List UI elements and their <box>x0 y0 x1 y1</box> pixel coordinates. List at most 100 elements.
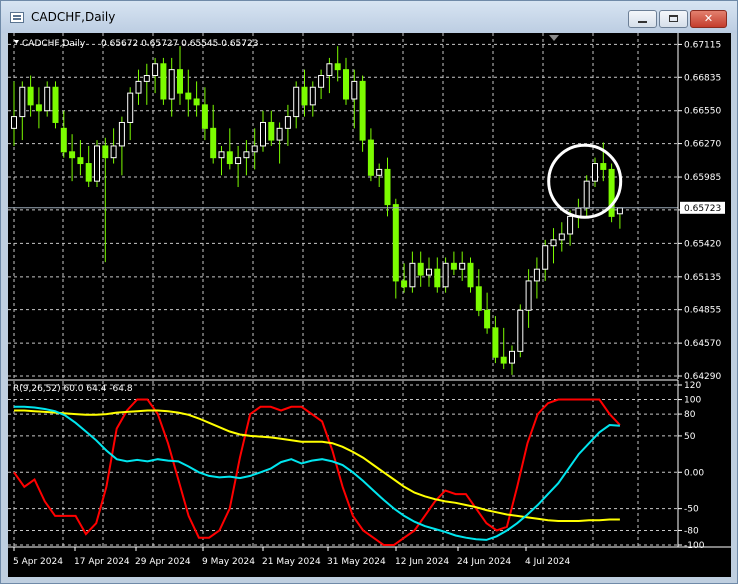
candle-body <box>608 168 615 217</box>
candle-body <box>616 207 623 215</box>
date-tick-label: 24 Jun 2024 <box>457 557 511 567</box>
date-tick-label: 5 Apr 2024 <box>13 557 63 567</box>
chart-window: CADCHF,Daily ✕ 0.67115 0.66835 0.66550 0.66… <box>0 0 738 584</box>
candle-body <box>343 69 349 100</box>
price-tick-label: 0.66550 <box>684 107 721 117</box>
ohlc-label: 0.65672 0.65727 0.65545 0.65723 <box>101 39 258 49</box>
candle-body <box>168 69 175 100</box>
candle-body <box>193 98 200 106</box>
price-tick-label: 0.64855 <box>684 306 721 316</box>
candle-body <box>293 86 300 118</box>
candle-body <box>143 75 150 82</box>
title-bar[interactable]: CADCHF,Daily ✕ <box>1 1 737 33</box>
minimize-button[interactable] <box>628 10 657 28</box>
maximize-button[interactable] <box>659 10 688 28</box>
indicator-tick-label: 100 <box>684 396 701 406</box>
price-tick-label: 0.65135 <box>684 273 721 283</box>
candle-body <box>77 157 84 165</box>
candle-body <box>135 80 142 94</box>
date-tick-label: 12 Jun 2024 <box>395 557 449 567</box>
candle-body <box>60 127 67 153</box>
maximize-icon <box>669 15 678 22</box>
candle-body <box>210 127 217 159</box>
minimize-icon <box>638 21 647 23</box>
candle-body <box>334 63 341 71</box>
candle-body <box>152 63 159 77</box>
candle-body <box>434 268 441 288</box>
candle-body <box>367 139 374 176</box>
symbol-label: CADCHF,Daily <box>22 39 86 49</box>
candle-body <box>376 168 383 176</box>
candle-body <box>500 356 507 364</box>
candle-body <box>19 86 26 118</box>
indicator-chart[interactable]: 120 100 80 50 0.00 -50 -80 -100 5 Apr 2024 17 Ap… <box>8 379 731 577</box>
candle-body <box>260 121 266 147</box>
price-chart[interactable]: 0.67115 0.66835 0.66550 0.66270 0.65985 0.657… <box>8 33 731 379</box>
indicator-tick-label: -100 <box>684 541 705 551</box>
candle-body <box>160 63 167 100</box>
last-price-label: 0.65723 <box>684 204 721 214</box>
price-tick-label: 0.64570 <box>684 339 721 349</box>
candle-body <box>110 145 117 159</box>
candle-body <box>226 151 233 165</box>
indicator-label: R(9,26,52) 60.0 64.4 -64.8 <box>13 384 133 394</box>
candle-body <box>417 262 424 276</box>
candle-body <box>52 86 59 123</box>
indicator-tick-label: 50 <box>684 432 696 442</box>
candle-body <box>450 262 457 270</box>
candle-body <box>284 116 291 129</box>
indicator-tick-label: 80 <box>684 410 696 420</box>
candle-body <box>11 116 17 129</box>
candle-body <box>392 204 399 282</box>
time-axis: 5 Apr 2024 17 Apr 2024 29 Apr 2024 9 May 20… <box>13 547 570 567</box>
candle-body <box>533 268 540 282</box>
candle-body <box>467 262 474 288</box>
candle-body <box>309 86 316 106</box>
candle-body <box>492 327 499 358</box>
date-tick-label: 17 Apr 2024 <box>74 557 130 567</box>
candle-body <box>426 268 432 276</box>
candle-body <box>525 280 532 311</box>
price-tick-label: 0.66835 <box>684 73 721 83</box>
date-tick-label: 21 May 2024 <box>262 557 321 567</box>
candle-body <box>583 180 590 209</box>
indicator-tick-label: 120 <box>684 381 701 391</box>
candle-body <box>517 309 524 352</box>
candle-body <box>276 127 283 141</box>
date-tick-label: 31 May 2024 <box>327 557 386 567</box>
candle-body <box>401 280 408 288</box>
candle-body <box>177 69 183 94</box>
price-tick-label: 0.65985 <box>684 173 721 183</box>
candle-body <box>600 163 607 170</box>
date-tick-label: 4 Jul 2024 <box>525 557 570 567</box>
indicator-grid <box>8 381 678 547</box>
candle-body <box>351 80 358 100</box>
shift-marker-icon[interactable] <box>549 35 559 41</box>
candle-body <box>318 75 325 88</box>
chart-area[interactable]: 0.67115 0.66835 0.66550 0.66270 0.65985 0.657… <box>8 33 731 577</box>
candle-body <box>235 157 242 165</box>
candle-body <box>509 350 515 364</box>
candle-body <box>542 245 549 270</box>
candle-body <box>268 121 275 141</box>
indicator-series-line <box>14 405 620 541</box>
dropdown-arrow-icon[interactable] <box>14 40 19 44</box>
candle-body <box>359 80 366 141</box>
candle-body <box>301 86 308 106</box>
date-tick-label: 29 Apr 2024 <box>135 557 191 567</box>
chart-window-icon <box>10 12 24 23</box>
candle-body <box>409 262 416 288</box>
candle-body <box>102 145 109 159</box>
price-tick-label: 0.67115 <box>684 40 721 50</box>
candle-body <box>475 286 482 311</box>
candle-body <box>69 151 76 159</box>
candle-body <box>326 63 333 77</box>
candle-body <box>550 239 557 247</box>
indicator-tick-label: -80 <box>684 526 699 536</box>
candle-body <box>85 163 92 182</box>
close-button[interactable]: ✕ <box>690 10 727 28</box>
window-title: CADCHF,Daily <box>31 10 116 24</box>
candle-body <box>94 145 100 182</box>
candle-body <box>118 121 125 147</box>
candle-body <box>44 86 51 112</box>
